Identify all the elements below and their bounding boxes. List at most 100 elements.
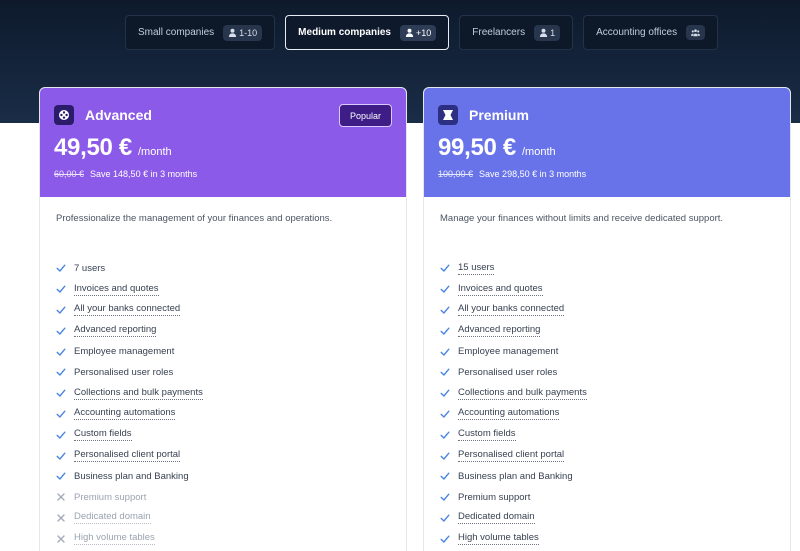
feature-label: Business plan and Banking [74,470,189,482]
plan-card-premium: Premium 99,50 € /month 100,00 € Save 298… [423,87,791,551]
feature-item: Custom fields [440,424,776,445]
cross-icon [57,514,65,522]
check-icon [440,264,450,273]
feature-label[interactable]: Invoices and quotes [458,283,543,296]
feature-label[interactable]: All your banks connected [458,303,565,317]
tab-small-companies[interactable]: Small companies 1-10 [125,15,276,50]
feature-label[interactable]: Advanced reporting [458,324,541,338]
check-icon [56,431,66,439]
feature-label: Personalised user roles [74,366,174,378]
check-icon [440,514,450,522]
feature-item: Employee management [440,341,776,362]
feature-item: Premium support [440,487,776,508]
feature-label[interactable]: Personalised client portal [74,449,181,463]
plan-period: /month [137,146,172,158]
tab-accounting-offices[interactable]: Accounting offices [583,15,719,50]
feature-label: Premium support [74,491,147,503]
feature-label[interactable]: Dedicated domain [458,511,535,525]
feature-item: All your banks connected [440,300,776,321]
check-icon [440,389,450,397]
tab-freelancers[interactable]: Freelancers 1 [459,15,574,50]
feature-label[interactable]: Accounting automations [74,407,176,421]
feature-item: Collections and bulk payments [440,383,776,404]
feature-label[interactable]: Accounting automations [458,407,560,421]
plan-name: Advanced [85,107,152,123]
tab-medium-companies[interactable]: Medium companies +10 [285,15,450,50]
user-icon [405,28,414,37]
premium-plan-icon [438,105,458,125]
check-icon [56,389,66,397]
check-icon [440,493,450,501]
feature-item: Personalised user roles [440,362,776,383]
check-icon [56,472,66,481]
check-icon [440,306,450,314]
audience-tabs: Small companies 1-10 Medium companies +1… [125,15,719,50]
plan-price: 49,50 € [54,134,132,161]
feature-item: Accounting automations [440,404,776,425]
feature-item: Dedicated domain [440,508,776,529]
tab-count: +10 [415,27,432,38]
feature-label[interactable]: Custom fields [74,428,132,442]
check-icon [440,410,450,418]
feature-label[interactable]: All your banks connected [74,303,181,317]
feature-item: Collections and bulk payments [56,383,392,404]
tab-count: 1 [550,27,556,38]
feature-item: Custom fields [56,424,392,445]
check-icon [56,452,66,460]
feature-label[interactable]: Personalised client portal [458,449,565,463]
tab-label: Freelancers [472,27,526,38]
feature-item: Personalised client portal [440,445,776,466]
feature-label[interactable]: High volume tables [458,532,539,546]
advanced-plan-icon [54,105,74,125]
feature-list: 7 users Invoices and quotes All your banks… [56,258,392,549]
tab-label: Small companies [138,27,215,38]
tab-label: Medium companies [298,27,391,38]
check-icon [440,348,450,356]
savings-text: Save 298,50 € in 3 months [479,169,587,179]
feature-item: Personalised user roles [56,362,392,383]
check-icon [56,285,66,293]
check-icon [56,410,66,418]
feature-item: Advanced reporting [440,320,776,341]
feature-label[interactable]: Collections and bulk payments [458,387,587,400]
feature-label[interactable]: Custom fields [458,428,516,442]
plan-header: Premium 99,50 € /month 100,00 € Save 298… [424,88,790,197]
check-icon [440,472,450,481]
check-icon [56,327,66,335]
feature-item: Advanced reporting [56,320,392,341]
cross-icon [57,535,65,543]
plan-description: Manage your finances without limits and … [440,213,724,224]
feature-label: Business plan and Banking [458,470,573,482]
plan-header: Advanced Popular 49,50 € /month 60,00 € … [40,88,406,197]
feature-label: Employee management [74,346,175,358]
feature-item: Invoices and quotes [56,279,392,300]
plan-body: Professionalize the management of your f… [40,197,406,549]
feature-item: Premium support [56,487,392,508]
feature-label[interactable]: Invoices and quotes [74,283,159,296]
feature-label[interactable]: 15 users [458,262,495,275]
feature-label[interactable]: Dedicated domain [74,511,151,525]
feature-item: Dedicated domain [56,508,392,529]
plan-body: Manage your finances without limits and … [424,197,790,549]
old-price: 60,00 € [54,169,85,179]
tab-count: 1-10 [239,27,258,38]
feature-list: 15 users Invoices and quotes All your bank… [440,258,776,549]
cross-icon [57,493,65,501]
tab-count-pill: 1 [534,24,561,41]
feature-label[interactable]: High volume tables [74,532,155,546]
feature-item: Personalised client portal [56,445,392,466]
feature-item: Employee management [56,341,392,362]
feature-label[interactable]: Advanced reporting [74,324,157,338]
check-icon [440,285,450,293]
tab-count-pill [686,25,706,40]
feature-label: Personalised user roles [458,366,558,378]
tab-count-pill: 1-10 [223,24,263,41]
feature-label: Premium support [458,491,531,503]
feature-item: All your banks connected [56,300,392,321]
tab-count-pill: +10 [399,24,437,41]
check-icon [56,348,66,356]
plan-name: Premium [469,107,529,123]
feature-label[interactable]: Collections and bulk payments [74,387,203,400]
feature-item: Business plan and Banking [440,466,776,487]
check-icon [440,452,450,460]
